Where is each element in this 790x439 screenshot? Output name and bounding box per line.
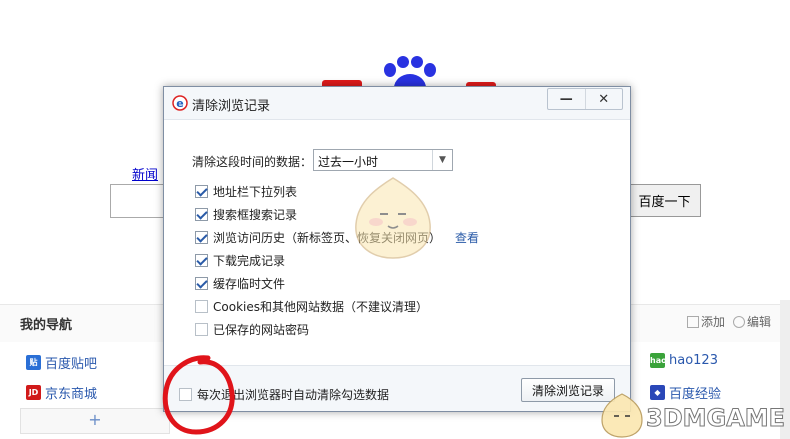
checkbox[interactable] (195, 208, 208, 221)
chevron-down-icon: ▼ (432, 150, 452, 170)
view-history-link[interactable]: 查看 (455, 229, 479, 246)
red-annotation-circle (162, 355, 235, 435)
dialog-titlebar[interactable]: e 清除浏览记录 — ✕ (164, 87, 630, 119)
option-saved-passwords[interactable]: 已保存的网站密码 (195, 321, 309, 338)
time-range-select[interactable]: 过去一小时 ▼ (313, 149, 453, 171)
checkbox[interactable] (195, 300, 208, 313)
time-range-label: 清除这段时间的数据： (192, 155, 313, 169)
nav-tools: 添加 编辑 (687, 313, 771, 330)
nav-title: 我的导航 (20, 318, 73, 333)
mascot-watermark-icon (355, 177, 431, 259)
search-input[interactable] (110, 184, 170, 218)
3dmgame-watermark: 3DMGAME (645, 404, 786, 433)
option-cache[interactable]: 缓存临时文件 (195, 275, 285, 292)
nav-link-hao123[interactable]: hao hao123 (650, 353, 718, 368)
news-link[interactable]: 新闻 (132, 164, 158, 183)
option-cookies[interactable]: Cookies和其他网站数据（不建议清理） (195, 298, 428, 315)
hao123-icon: hao (650, 353, 667, 368)
option-download-history[interactable]: 下载完成记录 (195, 252, 285, 269)
svg-text:e: e (176, 97, 183, 110)
checkbox[interactable] (195, 185, 208, 198)
option-search-box[interactable]: 搜索框搜索记录 (195, 206, 297, 223)
minimize-button[interactable]: — (548, 89, 585, 109)
checkbox[interactable] (195, 323, 208, 336)
checkbox[interactable] (195, 277, 208, 290)
browser-e-icon: e (172, 95, 188, 111)
option-address-bar[interactable]: 地址栏下拉列表 (195, 183, 297, 200)
nav-link-tieba[interactable]: 贴 百度贴吧 (26, 353, 97, 372)
search-button[interactable]: 百度一下 (628, 184, 701, 217)
dialog-title: 清除浏览记录 (192, 99, 271, 114)
gear-icon (733, 316, 746, 328)
window-controls: — ✕ (547, 88, 623, 110)
add-icon (687, 316, 699, 328)
checkbox[interactable] (195, 231, 208, 244)
nav-add-tile[interactable]: + (20, 408, 170, 434)
tieba-icon: 贴 (26, 355, 41, 370)
nav-link-jd[interactable]: JD 京东商城 (26, 383, 97, 402)
checkbox[interactable] (195, 254, 208, 267)
nav-add-button[interactable]: 添加 (687, 313, 725, 330)
close-button[interactable]: ✕ (584, 89, 623, 109)
jd-icon: JD (26, 385, 41, 400)
nav-edit-button[interactable]: 编辑 (733, 313, 771, 330)
